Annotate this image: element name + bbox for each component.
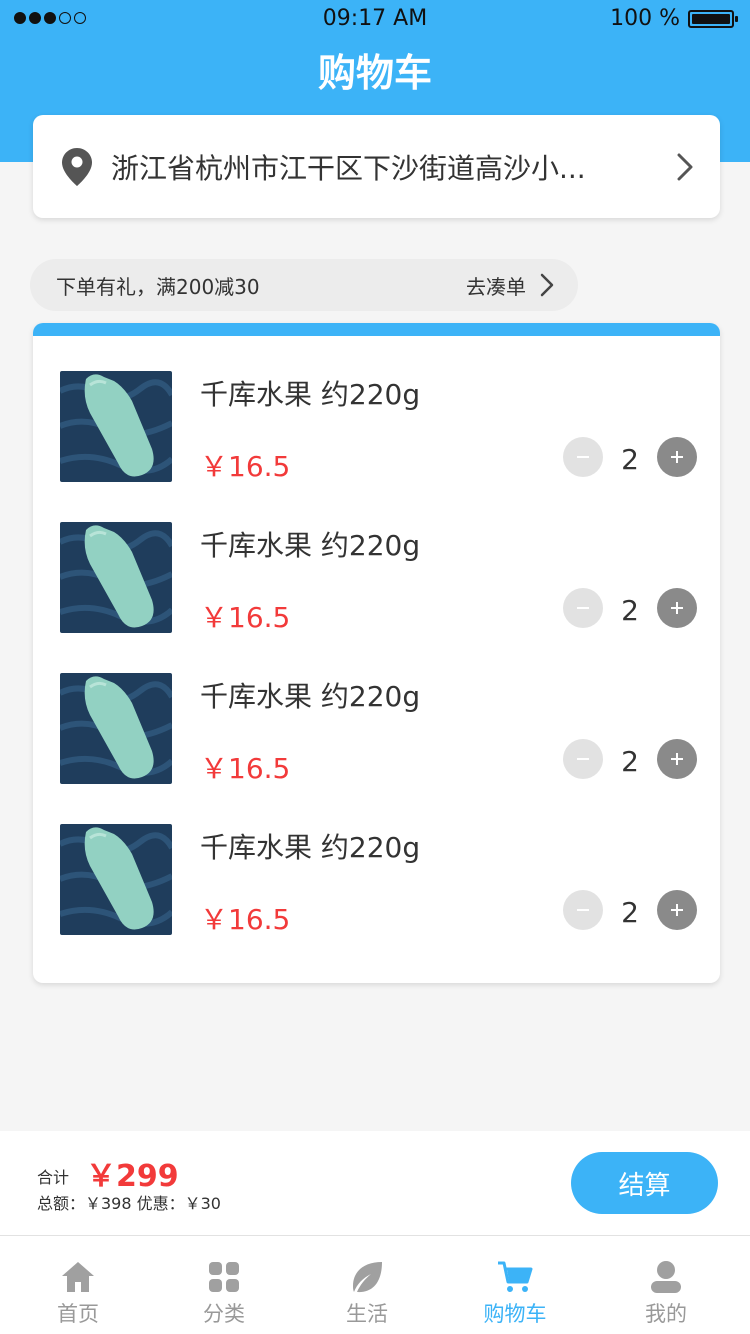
total-label: 合计 [37, 1168, 70, 1187]
tab-label: 生活 [346, 1302, 388, 1326]
tab-life[interactable]: 生活 [307, 1236, 427, 1334]
address-card[interactable]: 浙江省杭州市江干区下沙街道高沙小... [33, 115, 720, 218]
item-quantity: 2 [621, 594, 639, 627]
home-icon [62, 1262, 94, 1292]
leaf-icon [353, 1262, 382, 1293]
item-name: 千库水果 约220g [200, 680, 421, 713]
tab-cart[interactable]: 购物车 [455, 1236, 575, 1334]
plus-icon [671, 451, 683, 463]
product-image [60, 824, 172, 935]
increase-button[interactable] [657, 739, 697, 779]
tab-label: 我的 [645, 1302, 687, 1326]
cart-icon [498, 1261, 533, 1292]
item-quantity: 2 [621, 745, 639, 778]
increase-button[interactable] [657, 890, 697, 930]
tab-label: 购物车 [483, 1302, 547, 1326]
minus-icon [577, 456, 589, 458]
plus-icon [671, 602, 683, 614]
item-name: 千库水果 约220g [200, 529, 421, 562]
chevron-right-icon[interactable] [540, 273, 554, 297]
tab-bar: 首页 分类 生活 购物车 我的 [0, 1235, 750, 1334]
decrease-button[interactable] [563, 437, 603, 477]
checkout-bar: 合计 ￥299 总额：￥398 优惠：￥30 结算 [0, 1131, 750, 1235]
cart-item: 千库水果 约220g ￥16.5 2 [33, 625, 720, 785]
location-pin-icon [62, 148, 92, 186]
user-icon [651, 1261, 681, 1293]
product-image [60, 673, 172, 784]
tab-label: 首页 [57, 1302, 99, 1326]
tab-label: 分类 [203, 1302, 245, 1326]
tab-category[interactable]: 分类 [164, 1236, 284, 1334]
checkout-button[interactable]: 结算 [571, 1152, 718, 1214]
increase-button[interactable] [657, 588, 697, 628]
item-quantity: 2 [621, 443, 639, 476]
status-bar: 09:17 AM 100 % [0, 0, 750, 40]
minus-icon [577, 909, 589, 911]
product-image [60, 371, 172, 482]
cart-card: 千库水果 约220g ￥16.5 2 千库水果 约220g ￥16.5 2 千库… [33, 323, 720, 983]
minus-icon [577, 758, 589, 760]
battery-icon [688, 10, 738, 28]
chevron-right-icon [677, 153, 693, 181]
decrease-button[interactable] [563, 588, 603, 628]
battery-percent: 100 % [610, 6, 680, 31]
cart-item: 千库水果 约220g ￥16.5 2 [33, 323, 720, 483]
total-value: ￥299 [86, 1159, 179, 1194]
total-detail: 总额：￥398 优惠：￥30 [37, 1194, 221, 1213]
grid-icon [209, 1262, 239, 1292]
plus-icon [671, 904, 683, 916]
address-text: 浙江省杭州市江干区下沙街道高沙小... [111, 152, 586, 185]
page-title: 购物车 [317, 51, 432, 95]
promo-link[interactable]: 去凑单 [466, 271, 526, 300]
tab-home[interactable]: 首页 [18, 1236, 138, 1334]
plus-icon [671, 753, 683, 765]
decrease-button[interactable] [563, 739, 603, 779]
item-name: 千库水果 约220g [200, 831, 421, 864]
item-price: ￥16.5 [200, 903, 291, 936]
product-image [60, 522, 172, 633]
item-name: 千库水果 约220g [200, 378, 421, 411]
promo-text: 下单有礼，满200减30 [56, 275, 260, 299]
increase-button[interactable] [657, 437, 697, 477]
minus-icon [577, 607, 589, 609]
promo-bar: 下单有礼，满200减30 去凑单 [30, 259, 578, 311]
item-quantity: 2 [621, 896, 639, 929]
tab-mine[interactable]: 我的 [606, 1236, 726, 1334]
cart-item: 千库水果 约220g ￥16.5 2 [33, 474, 720, 634]
cart-item: 千库水果 约220g ￥16.5 2 [33, 776, 720, 936]
decrease-button[interactable] [563, 890, 603, 930]
